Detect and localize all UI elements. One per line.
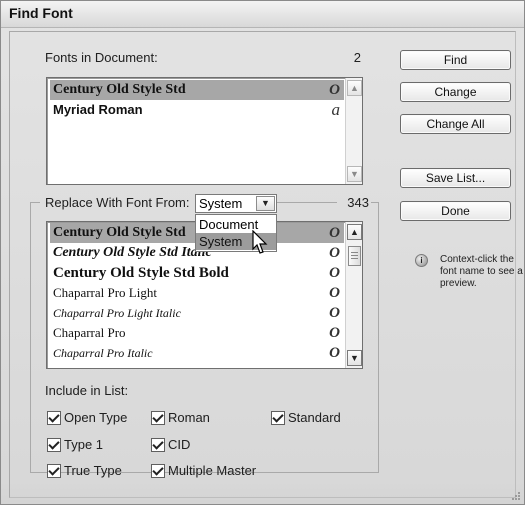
list-item[interactable]: Chaparral Pro Light Italic O	[50, 303, 344, 323]
group-border	[277, 202, 337, 203]
fonts-in-document-count: 2	[353, 50, 361, 65]
font-name: Century Old Style Std	[53, 82, 186, 97]
checkbox-checked-icon[interactable]	[271, 411, 285, 425]
font-name: Century Old Style Std Bold	[53, 265, 229, 281]
group-border	[378, 202, 379, 472]
font-name: Myriad Roman	[53, 102, 143, 117]
font-source-select[interactable]: System ▼	[195, 194, 277, 213]
title-bar[interactable]: Find Font	[1, 1, 524, 28]
scroll-down-icon[interactable]: ▼	[347, 350, 362, 366]
fonts-in-document-label: Fonts in Document:	[45, 50, 158, 65]
checkbox-checked-icon[interactable]	[47, 438, 61, 452]
system-list-scrollbar[interactable]: ▲ ▼	[345, 222, 362, 368]
group-border	[30, 202, 40, 203]
list-item[interactable]: Chaparral Pro Italic O	[50, 343, 344, 363]
save-list-button[interactable]: Save List...	[400, 168, 511, 188]
select-value: System	[199, 196, 243, 211]
change-all-button[interactable]: Change All	[400, 114, 511, 134]
type1-glyph-icon: a	[331, 100, 341, 119]
checkbox-checked-icon[interactable]	[151, 411, 165, 425]
preview-hint: Context-click the font name to see a pre…	[440, 254, 523, 289]
font-name: Century Old Style Std Italic	[53, 245, 212, 260]
opentype-glyph-icon: O	[329, 245, 340, 261]
opentype-glyph-icon: O	[329, 225, 340, 241]
include-in-list-label: Include in List:	[45, 383, 129, 398]
scroll-down-icon[interactable]: ▼	[347, 166, 362, 182]
list-item[interactable]: Chaparral Pro O	[50, 323, 344, 343]
dialog-title: Find Font	[9, 5, 73, 21]
list-item[interactable]: Myriad Roman a	[50, 100, 344, 120]
find-font-dialog: Find Font Fonts in Document: 2 Century O…	[0, 0, 525, 505]
scroll-thumb[interactable]	[348, 246, 361, 266]
opentype-glyph-icon: O	[329, 82, 340, 98]
opentype-glyph-icon: O	[329, 265, 340, 281]
group-border	[30, 202, 31, 472]
font-name: Chaparral Pro Italic	[53, 346, 153, 360]
font-name: Chaparral Pro Light	[53, 285, 157, 300]
scroll-up-icon[interactable]: ▲	[347, 224, 362, 240]
checkbox-checked-icon[interactable]	[47, 464, 61, 478]
list-item[interactable]: Century Old Style Std O	[50, 80, 344, 100]
change-button[interactable]: Change	[400, 82, 511, 102]
font-name: Century Old Style Std	[53, 225, 186, 240]
document-fonts-list[interactable]: Century Old Style Std O Myriad Roman a ▲…	[46, 77, 363, 185]
info-icon: i	[415, 254, 428, 267]
replace-with-label: Replace With Font From:	[45, 195, 190, 210]
scroll-up-icon[interactable]: ▲	[347, 80, 362, 96]
mouse-pointer-icon	[252, 230, 268, 254]
done-button[interactable]: Done	[400, 201, 511, 221]
font-name: Chaparral Pro	[53, 325, 126, 340]
opentype-glyph-icon: O	[329, 285, 340, 301]
font-name: Chaparral Pro Light Italic	[53, 306, 181, 320]
resize-grip-icon[interactable]	[509, 489, 521, 501]
document-list-scrollbar[interactable]: ▲ ▼	[345, 78, 362, 184]
list-item[interactable]: Century Old Style Std Bold O	[50, 263, 344, 283]
opentype-glyph-icon: O	[329, 345, 340, 361]
checkbox-checked-icon[interactable]	[151, 438, 165, 452]
chevron-down-icon[interactable]: ▼	[256, 196, 275, 211]
checkbox-checked-icon[interactable]	[47, 411, 61, 425]
opentype-glyph-icon: O	[329, 305, 340, 321]
system-font-count: 343	[347, 195, 369, 210]
checkbox-checked-icon[interactable]	[151, 464, 165, 478]
find-button[interactable]: Find	[400, 50, 511, 70]
opentype-glyph-icon: O	[329, 325, 340, 341]
list-item[interactable]: Chaparral Pro Light O	[50, 283, 344, 303]
